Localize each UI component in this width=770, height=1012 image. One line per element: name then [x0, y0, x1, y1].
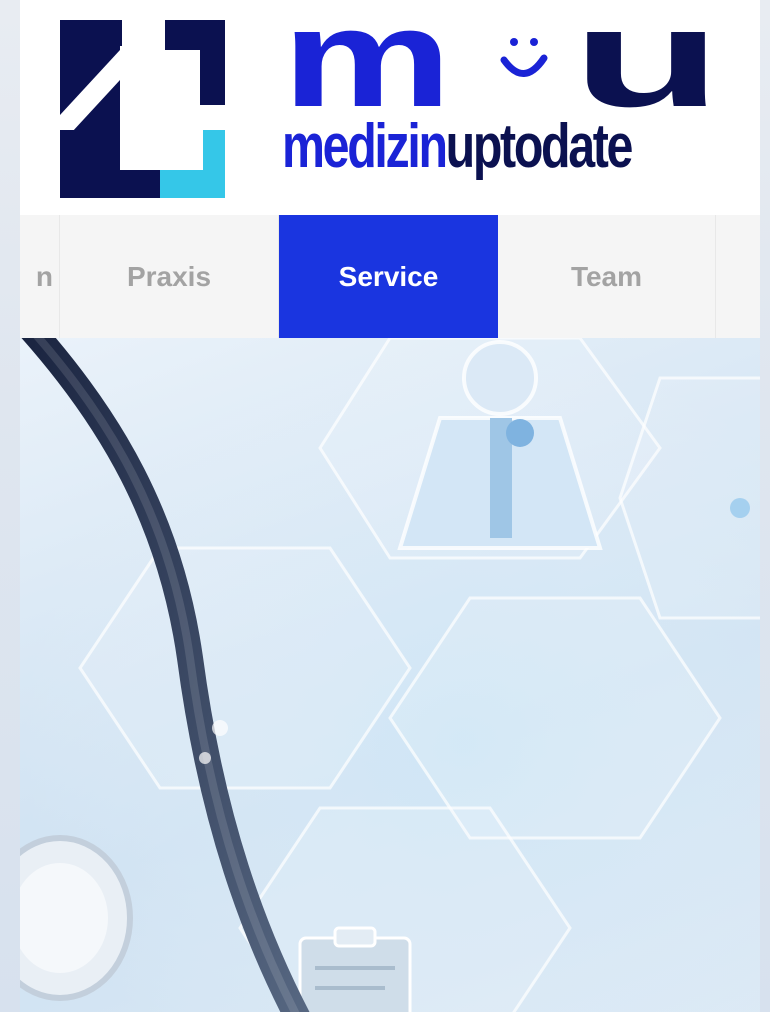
logo-word-uptodate: uptodate	[445, 112, 634, 181]
nav-item-label: n	[35, 260, 53, 292]
nav-item-partial[interactable]: n	[20, 215, 60, 338]
hero-illustration	[20, 338, 760, 1012]
nav-item-team[interactable]: Team	[498, 215, 716, 338]
logo-mark-icon[interactable]	[60, 20, 230, 198]
logo-word-medizin: medizin	[282, 112, 448, 181]
hero-image	[20, 338, 760, 1012]
nav-item-label: Praxis	[126, 260, 212, 292]
site-header: m u medizinuptodate	[20, 0, 760, 215]
nav-item-praxis[interactable]: Praxis	[60, 215, 279, 338]
clipboard-icon	[298, 926, 412, 1012]
nav-item-next-partial[interactable]	[716, 215, 760, 338]
logo-wordmark[interactable]: medizinuptodate	[282, 116, 633, 178]
main-nav: n Praxis Service Team	[20, 215, 760, 339]
nav-item-label: Service	[338, 260, 439, 292]
nav-item-label: Team	[570, 260, 643, 292]
nav-item-service[interactable]: Service	[279, 215, 498, 338]
page-frame: m u medizinuptodate n Praxis Service Tea…	[20, 0, 760, 1012]
